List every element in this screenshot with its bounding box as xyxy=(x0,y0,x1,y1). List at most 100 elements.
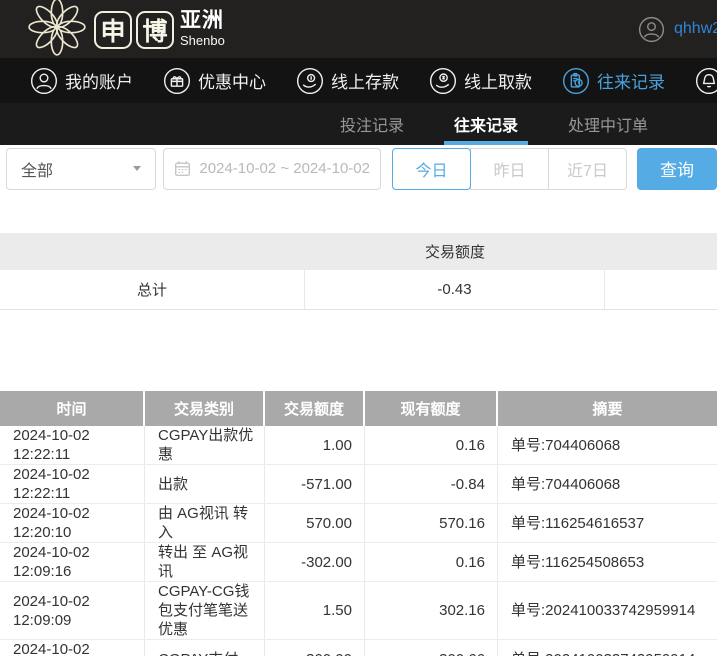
nav-item-promotions[interactable]: 优惠中心 xyxy=(163,67,266,95)
records-icon xyxy=(562,67,590,95)
page: 申 博 亚洲 Shenbo qhhw2 我的账户 xyxy=(0,0,717,656)
main-nav: 我的账户 优惠中心 线上存款 xyxy=(0,58,717,103)
summary-header-amount: 交易额度 xyxy=(305,241,605,262)
col-header-memo: 摘要 xyxy=(498,391,717,426)
cell-balance: 0.16 xyxy=(365,426,498,464)
user-avatar-icon xyxy=(638,16,665,43)
filter-bar: 全部 2024-10-02 ~ 2024-10-02 今日 昨日 近7日 查询 xyxy=(0,145,717,192)
brand-char-1-text: 申 xyxy=(100,12,125,48)
table-row: 2024-10-02 12:09:09 CGPAY-CG钱包支付笔笔送优惠 1.… xyxy=(0,582,717,640)
cell-time: 2024-10-02 12:22:11 xyxy=(0,465,145,503)
cell-balance: 570.16 xyxy=(365,504,498,542)
summary-total-value: -0.43 xyxy=(305,270,605,309)
date-range-input[interactable]: 2024-10-02 ~ 2024-10-02 xyxy=(163,148,381,190)
search-button[interactable]: 查询 xyxy=(637,148,717,190)
tab-processing-orders[interactable]: 处理中订单 xyxy=(558,103,658,145)
cell-memo: 单号:202410033742959914 xyxy=(498,582,717,639)
cell-amount: -302.00 xyxy=(265,543,365,581)
table-row: 2024-10-02 12:22:11 CGPAY出款优惠 1.00 0.16 … xyxy=(0,426,717,465)
deposit-icon xyxy=(296,67,324,95)
cell-memo: 单号:116254616537 xyxy=(498,504,717,542)
quick-last7days-button[interactable]: 近7日 xyxy=(548,148,627,190)
nav-item-withdraw[interactable]: 线上取款 xyxy=(429,67,532,95)
tab-label: 往来记录 xyxy=(454,112,518,136)
summary-empty-cell xyxy=(605,270,717,309)
type-select[interactable]: 全部 xyxy=(6,148,156,190)
cell-time: 2024-10-02 12:22:11 xyxy=(0,426,145,464)
col-header-type: 交易类别 xyxy=(145,391,265,426)
type-select-value: 全部 xyxy=(21,157,53,181)
tab-betting-records[interactable]: 投注记录 xyxy=(330,103,414,145)
cell-memo: 单号:704406068 xyxy=(498,465,717,503)
summary-header-row: 交易额度 xyxy=(0,233,717,270)
nav-item-deposit[interactable]: 线上存款 xyxy=(296,67,399,95)
col-header-balance: 现有额度 xyxy=(365,391,498,426)
cell-memo: 单号:116254508653 xyxy=(498,543,717,581)
tab-transaction-records[interactable]: 往来记录 xyxy=(444,103,528,145)
table-row: 2024-10-02 12:09:16 转出 至 AG视讯 -302.00 0.… xyxy=(0,543,717,582)
brand-header: 申 博 亚洲 Shenbo qhhw2 xyxy=(0,0,717,58)
nav-label: 线上存款 xyxy=(331,68,399,93)
summary-total-row: 总计 -0.43 xyxy=(0,270,717,310)
col-header-amount: 交易额度 xyxy=(265,391,365,426)
brand-char-bo: 博 xyxy=(136,11,174,49)
cell-balance: 302.16 xyxy=(365,582,498,639)
quick-button-label: 近7日 xyxy=(567,157,608,181)
cell-amount: 1.50 xyxy=(265,582,365,639)
brand-en-text: Shenbo xyxy=(180,34,225,47)
cell-balance: 300.66 xyxy=(365,640,498,656)
chevron-down-icon xyxy=(133,166,141,171)
brand-wordmark: 亚洲 Shenbo xyxy=(180,10,225,47)
cell-memo: 单号:704406068 xyxy=(498,426,717,464)
tab-label: 处理中订单 xyxy=(568,112,648,136)
table-row: 2024-10-02 12:09:09 CGPAY支付 300.00 300.6… xyxy=(0,640,717,656)
user-circle-icon xyxy=(30,67,58,95)
cell-type: 出款 xyxy=(145,465,265,503)
cell-type: CGPAY出款优惠 xyxy=(145,426,265,464)
cell-balance: 0.16 xyxy=(365,543,498,581)
withdraw-icon xyxy=(429,67,457,95)
cell-time: 2024-10-02 12:20:10 xyxy=(0,504,145,542)
user-area[interactable]: qhhw2 xyxy=(638,0,717,58)
cell-amount: 300.00 xyxy=(265,640,365,656)
cell-amount: -571.00 xyxy=(265,465,365,503)
cell-memo: 单号:202410033742959914 xyxy=(498,640,717,656)
brand-char-shen: 申 xyxy=(94,11,132,49)
summary-total-label: 总计 xyxy=(0,270,305,309)
transactions-table: 时间 交易类别 交易额度 现有额度 摘要 2024-10-02 12:22:11… xyxy=(0,391,717,656)
gift-icon xyxy=(163,67,191,95)
cell-time: 2024-10-02 12:09:09 xyxy=(0,640,145,656)
quick-button-label: 昨日 xyxy=(493,157,525,181)
username[interactable]: qhhw2 xyxy=(674,20,717,38)
calendar-icon xyxy=(174,160,191,177)
brand-region-text: 亚洲 xyxy=(180,10,225,31)
bell-icon xyxy=(695,67,717,95)
flower-logo-icon xyxy=(26,0,88,58)
nav-label: 线上取款 xyxy=(464,68,532,93)
nav-item-my-account[interactable]: 我的账户 xyxy=(30,67,133,95)
cell-balance: -0.84 xyxy=(365,465,498,503)
quick-yesterday-button[interactable]: 昨日 xyxy=(470,148,549,190)
brand-char-2-text: 博 xyxy=(142,12,167,48)
col-header-time: 时间 xyxy=(0,391,145,426)
summary-table: 交易额度 总计 -0.43 xyxy=(0,233,717,310)
nav-item-messages[interactable]: 信息 xyxy=(695,67,717,95)
cell-amount: 1.00 xyxy=(265,426,365,464)
nav-label: 优惠中心 xyxy=(198,68,266,93)
table-row: 2024-10-02 12:22:11 出款 -571.00 -0.84 单号:… xyxy=(0,465,717,504)
nav-label: 我的账户 xyxy=(65,68,133,93)
table-header-row: 时间 交易类别 交易额度 现有额度 摘要 xyxy=(0,391,717,426)
table-row: 2024-10-02 12:20:10 由 AG视讯 转入 570.00 570… xyxy=(0,504,717,543)
cell-amount: 570.00 xyxy=(265,504,365,542)
tab-label: 投注记录 xyxy=(340,112,404,136)
cell-type: CGPAY支付 xyxy=(145,640,265,656)
cell-type: 转出 至 AG视讯 xyxy=(145,543,265,581)
quick-today-button[interactable]: 今日 xyxy=(392,148,471,190)
quick-range-group: 今日 昨日 近7日 xyxy=(392,148,627,190)
record-tabs: 投注记录 往来记录 处理中订单 xyxy=(0,103,717,145)
cell-time: 2024-10-02 12:09:09 xyxy=(0,582,145,639)
cell-type: CGPAY-CG钱包支付笔笔送优惠 xyxy=(145,582,265,639)
nav-item-transaction-records[interactable]: 往来记录 xyxy=(562,67,665,95)
nav-label: 往来记录 xyxy=(597,68,665,93)
quick-button-label: 今日 xyxy=(415,157,447,181)
